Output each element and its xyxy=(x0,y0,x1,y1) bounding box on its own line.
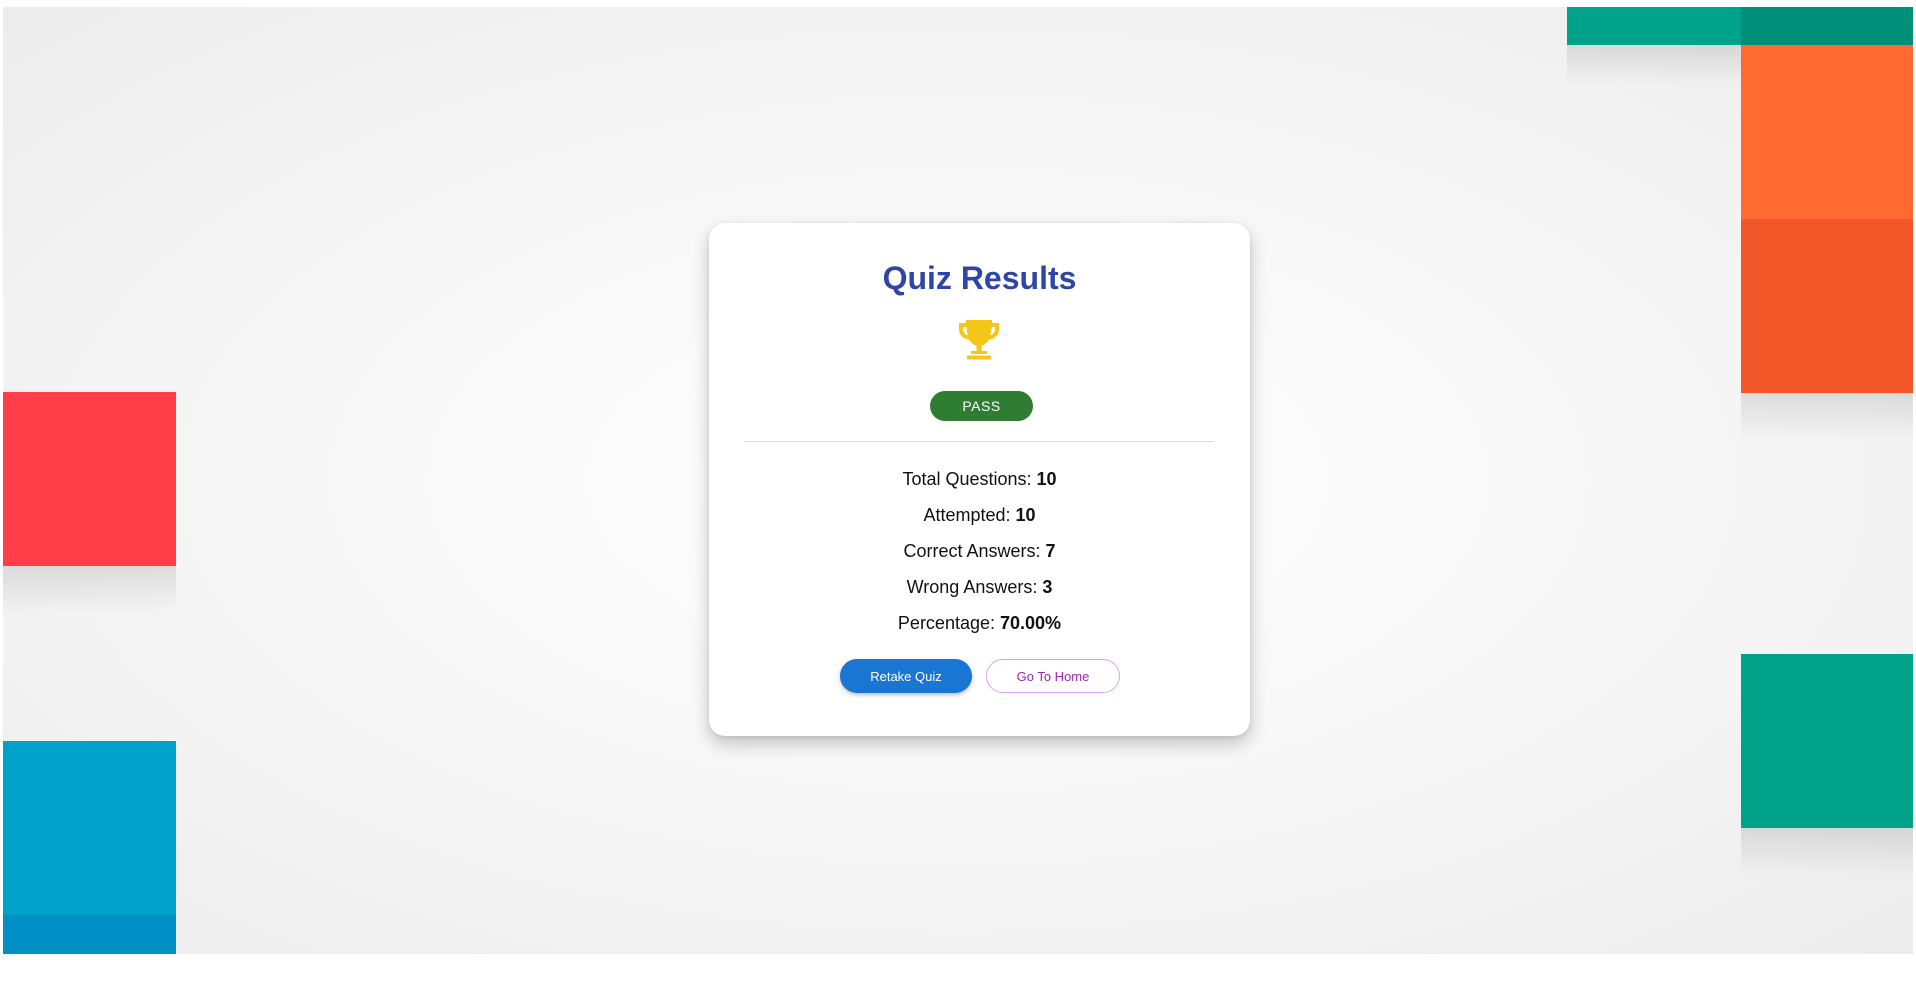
deco-block-teal-dark-top xyxy=(1741,7,1913,45)
status-badge: PASS xyxy=(930,391,1033,421)
background: Quiz Results PASS Total Questions: 10 At… xyxy=(3,7,1913,954)
stat-wrong-answers: Wrong Answers: 3 xyxy=(709,569,1250,605)
stat-attempted: Attempted: 10 xyxy=(709,497,1250,533)
stat-value: 70.00% xyxy=(1000,613,1062,633)
stat-value: 10 xyxy=(1015,505,1036,525)
deco-shadow xyxy=(1567,45,1741,85)
stat-label: Wrong Answers: xyxy=(906,577,1043,597)
deco-block-red-orange xyxy=(1741,219,1913,393)
deco-block-teal-bottom xyxy=(1741,654,1913,828)
retake-quiz-button[interactable]: Retake Quiz xyxy=(840,659,972,693)
stat-percentage: Percentage: 70.00% xyxy=(709,605,1250,641)
deco-shadow xyxy=(1741,828,1913,876)
page-title: Quiz Results xyxy=(882,260,1077,296)
divider xyxy=(745,441,1214,442)
deco-shadow xyxy=(1741,393,1913,441)
deco-shadow xyxy=(3,566,176,614)
stat-label: Total Questions: xyxy=(902,469,1037,489)
stats-list: Total Questions: 10 Attempted: 10 Correc… xyxy=(709,461,1250,641)
deco-block-blue-dark xyxy=(3,915,176,954)
stat-label: Attempted: xyxy=(923,505,1016,525)
go-to-home-button[interactable]: Go To Home xyxy=(986,659,1120,693)
trophy-icon xyxy=(956,317,1002,363)
deco-block-teal-top xyxy=(1567,7,1741,45)
quiz-results-card: Quiz Results PASS Total Questions: 10 At… xyxy=(709,223,1250,736)
stat-value: 10 xyxy=(1036,469,1057,489)
stat-label: Correct Answers: xyxy=(903,541,1046,561)
stat-total-questions: Total Questions: 10 xyxy=(709,461,1250,497)
stat-value: 3 xyxy=(1042,577,1053,597)
stat-value: 7 xyxy=(1045,541,1056,561)
stat-label: Percentage: xyxy=(897,613,1000,633)
stat-correct-answers: Correct Answers: 7 xyxy=(709,533,1250,569)
deco-block-red xyxy=(3,392,176,566)
deco-block-orange xyxy=(1741,45,1913,219)
deco-block-blue xyxy=(3,741,176,915)
